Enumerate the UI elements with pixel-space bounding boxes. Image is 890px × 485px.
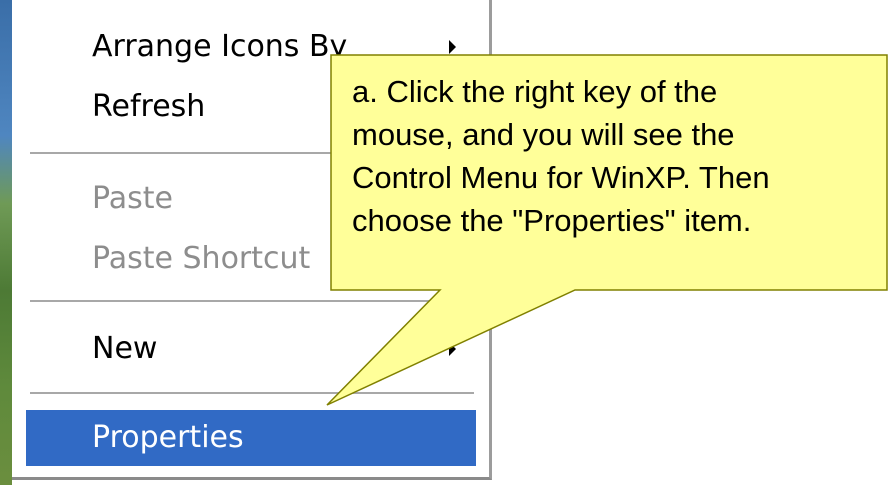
callout-line: choose the "Properties" item. xyxy=(352,203,752,238)
callout-line: a. Click the right key of the xyxy=(352,74,718,109)
callout-line: mouse, and you will see the xyxy=(352,117,735,152)
callout-text: a. Click the right key of the mouse, and… xyxy=(352,70,872,242)
callout-line: Control Menu for WinXP. Then xyxy=(352,160,770,195)
screenshot-stage: Arrange Icons By Refresh Paste Paste Sho… xyxy=(0,0,890,485)
